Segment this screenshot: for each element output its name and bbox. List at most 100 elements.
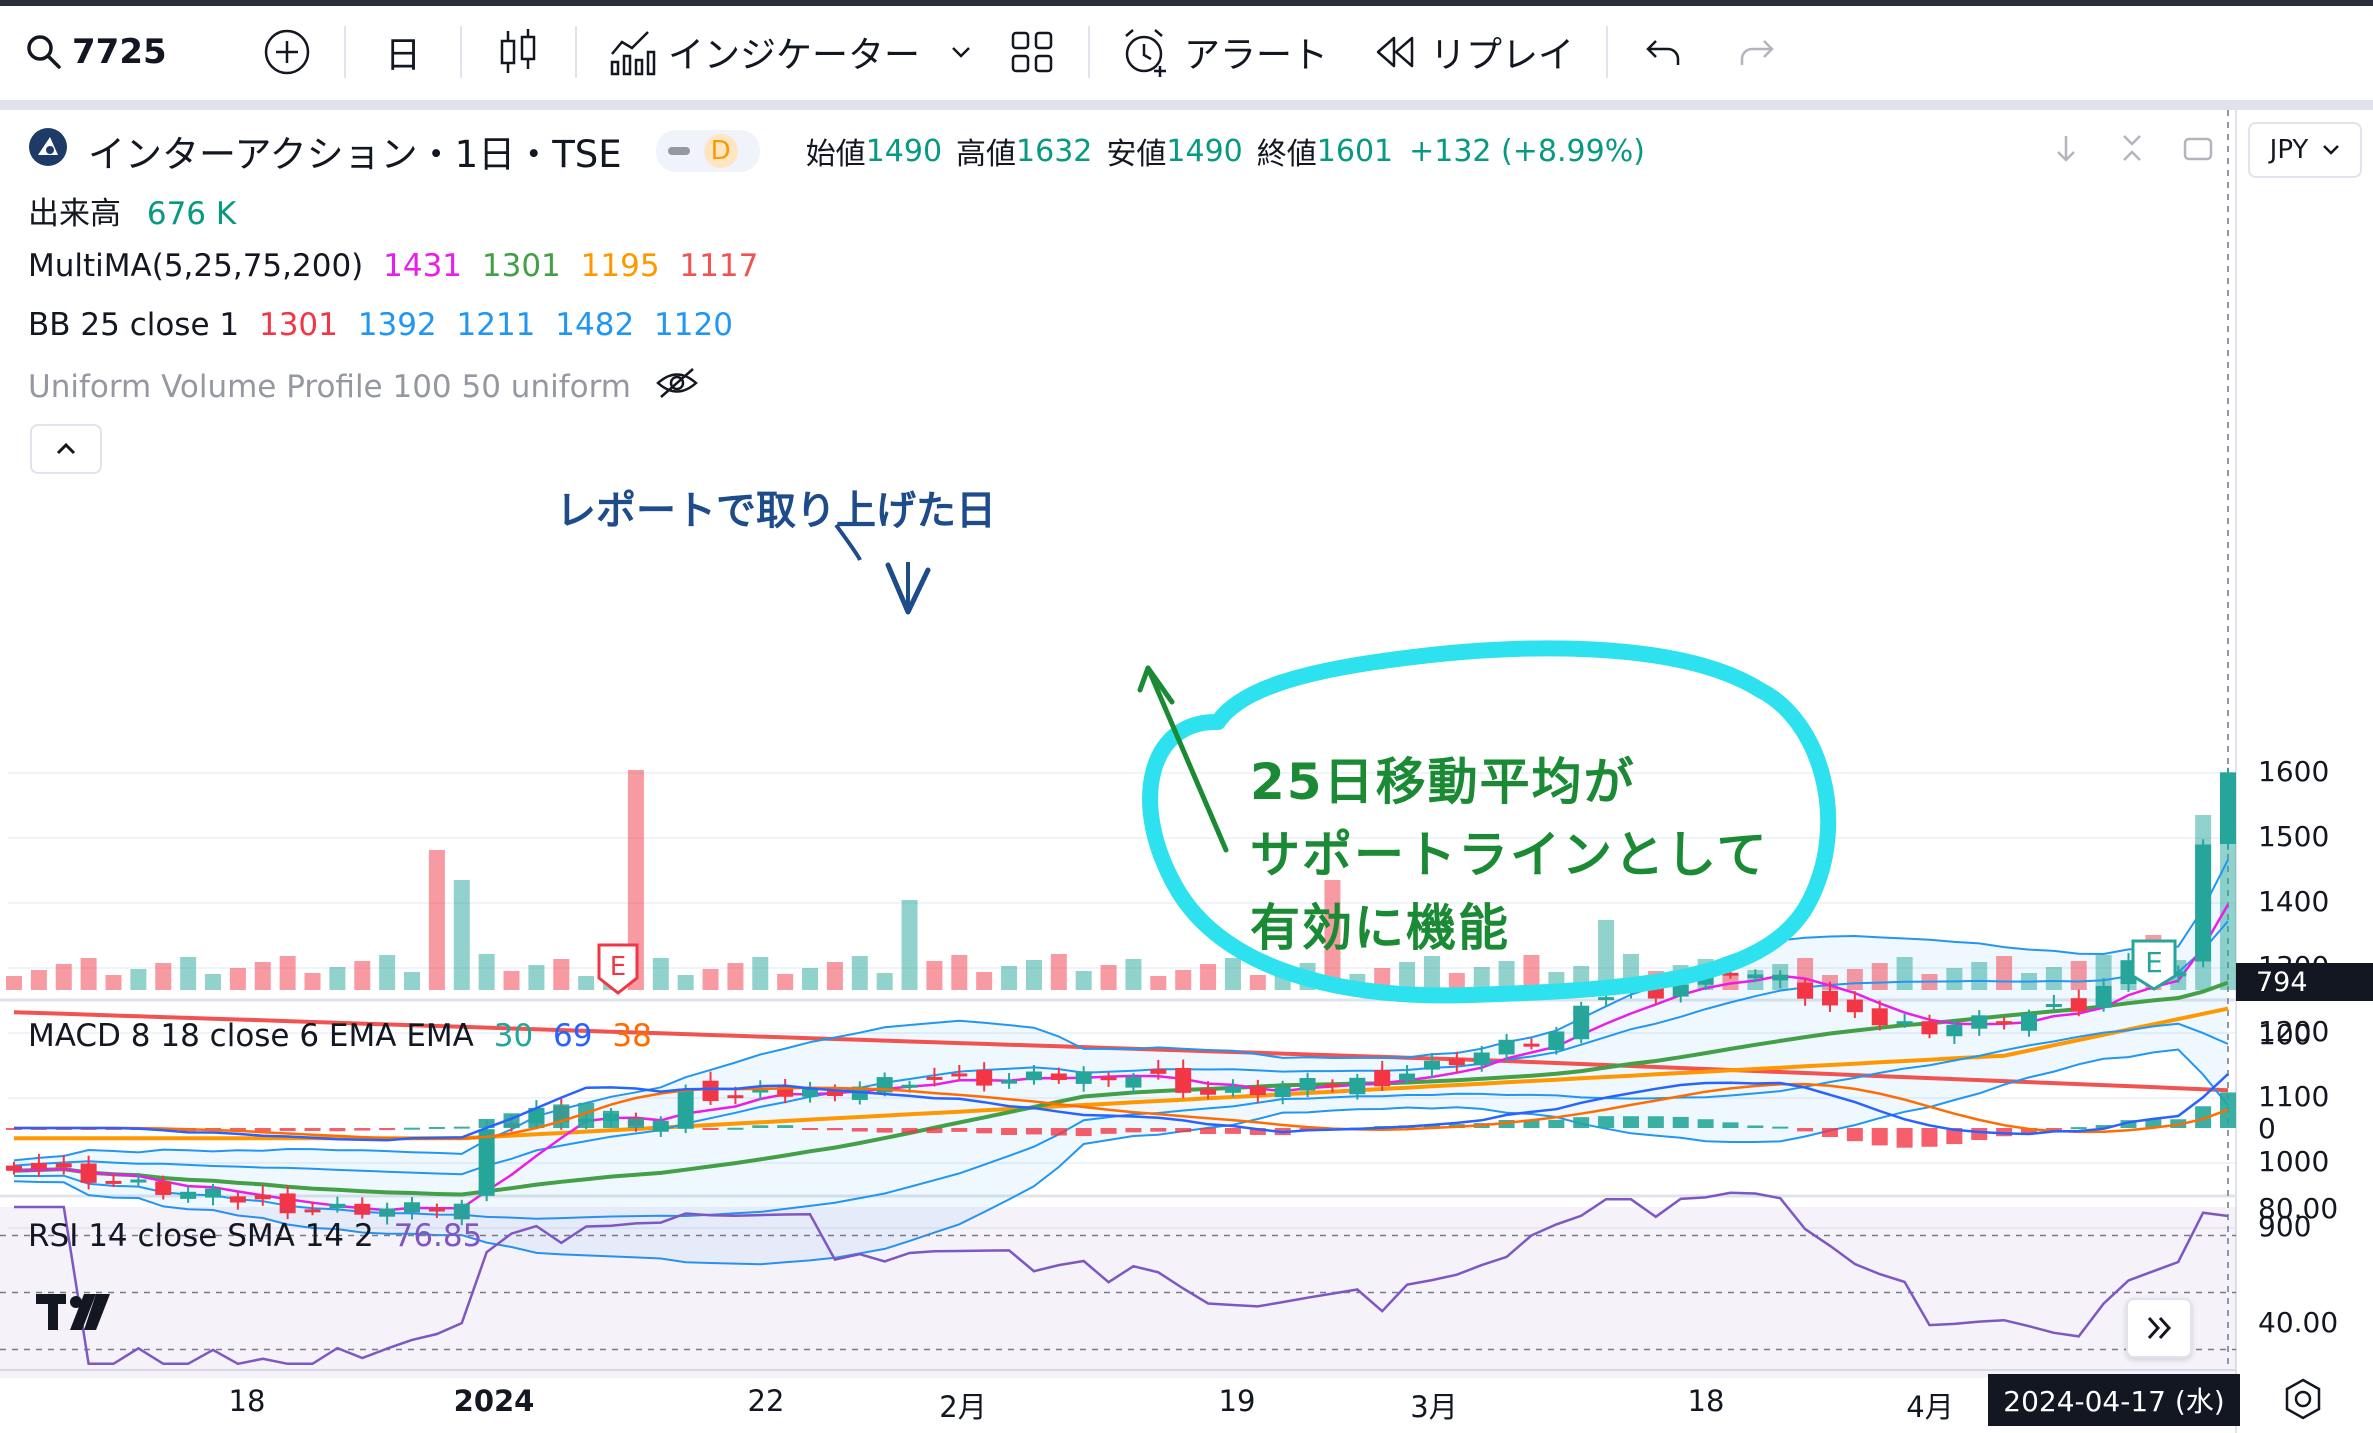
macd-histogram-bar [727,1127,744,1130]
volume-bar [80,958,97,990]
candle-body [1025,1071,1042,1081]
macd-histogram-bar [876,1128,893,1133]
volume-bar [528,965,545,990]
indicators-button[interactable]: インジケーター [608,20,972,84]
volume-bar [1200,964,1217,990]
volume-bar [1150,976,1167,990]
earnings-marker[interactable]: E [596,942,640,1000]
candle-body [951,1073,968,1077]
candle-body [1971,1015,1988,1029]
macd-histogram-bar [354,1128,371,1131]
macd-legend[interactable]: MACD 8 18 close 6 EMA EMA 30 69 38 [28,1018,662,1054]
alert-button[interactable]: アラート [1120,20,1328,84]
volume-bar [1050,954,1067,990]
multima-legend[interactable]: MultiMA(5,25,75,200) 1431 1301 1195 1117 [28,248,768,284]
macd-histogram-bar [453,1126,470,1129]
macd-histogram-bar [851,1128,868,1132]
volume-label: 出来高 [28,196,121,232]
macd-axis-label: 0 [2258,1112,2276,1145]
volume-profile-legend[interactable]: Uniform Volume Profile 100 50 uniform [28,366,709,408]
replay-button[interactable]: リプレイ [1374,20,1574,84]
volume-bar [1871,963,1888,990]
volume-bar [55,964,72,990]
macd-histogram-bar [553,1104,570,1128]
candle-body [1374,1070,1391,1087]
date-cursor-label: 2024-04-17 (水) [1988,1374,2240,1426]
volume-bar [6,976,22,990]
volume-bar [1175,970,1192,990]
volume-bar [279,956,296,990]
move-pane-down-button[interactable] [2040,122,2092,174]
candle-body [1001,1080,1018,1084]
bb-legend[interactable]: BB 25 close 1 1301 1392 1211 1482 1120 [28,307,743,343]
chart-settings-button[interactable] [2280,1376,2326,1422]
macd-histogram-bar [1722,1122,1739,1128]
maximize-pane-button[interactable] [2172,122,2224,174]
earnings-marker[interactable]: E [2130,938,2178,996]
scroll-to-realtime-button[interactable] [2126,1298,2192,1358]
volume-bar [851,956,868,990]
volume-bar [304,973,321,990]
volume-legend[interactable]: 出来高 676 K [28,188,246,233]
candle-body [1598,997,1615,1001]
templates-button[interactable] [1010,20,1054,84]
annotation-line-2: サポートラインとして [1250,826,1769,884]
volume-bar [752,957,769,990]
market-status-badge[interactable]: D [655,130,760,172]
candle-body [2220,772,2236,845]
volume-bar [155,963,172,990]
volume-bar [677,975,694,990]
volume-bar [1001,966,1018,990]
eye-hidden-icon[interactable] [655,366,699,408]
macd-histogram-value: 30 [493,1018,534,1054]
candle-body [1946,1024,1963,1037]
rsi-legend[interactable]: RSI 14 close SMA 14 2 76.85 [28,1218,492,1254]
top-toolbar: 7725 日 インジケーター アラート リプレイ [0,0,2373,110]
candle-body [1100,1077,1117,1081]
chart-type-button[interactable] [496,20,540,84]
interval-button[interactable]: 日 [385,20,421,84]
chevron-down-icon [2323,145,2340,155]
macd-histogram-bar [901,1128,918,1133]
macd-histogram-bar [976,1128,993,1134]
macd-histogram-bar [777,1125,794,1128]
ma75-value: 1195 [580,248,660,284]
tradingview-logo[interactable] [34,1290,114,1338]
macd-histogram-bar [627,1118,644,1128]
candle-body [229,1196,246,1203]
volume-bar [1399,962,1416,990]
undo-button[interactable] [1644,20,1684,84]
compare-button[interactable] [262,20,312,84]
collapse-legend-button[interactable] [30,424,102,474]
candle-body [1150,1069,1167,1074]
macd-histogram-bar [1548,1119,1565,1128]
macd-histogram-bar [279,1128,296,1131]
candle-body [1747,974,1764,979]
symbol-search[interactable]: 7725 [24,20,167,84]
candle-body [2195,844,2212,962]
macd-histogram-bar [379,1128,396,1131]
candle-body [1996,1021,2013,1025]
bb-label: BB 25 close 1 [28,307,240,343]
macd-histogram-bar [1896,1128,1913,1148]
chevron-up-icon [56,442,76,455]
macd-histogram-bar [1125,1128,1142,1133]
candle-body [30,1163,47,1170]
ma5-value: 1431 [383,248,463,284]
macd-histogram-bar [1971,1128,1988,1141]
price-axis-label: 1000 [2258,1145,2330,1178]
ohlc-open-label: 始値 [805,137,866,172]
volume-bar [826,962,843,990]
macd-histogram-bar [1846,1128,1863,1142]
collapse-pane-button[interactable] [2106,122,2158,174]
volume-bar [1423,956,1440,990]
time-axis-label: 3月 [1410,1390,1458,1424]
bb-value-1: 1301 [258,307,338,343]
volume-bar [652,958,669,990]
volume-bar [30,970,47,990]
candle-body [1075,1071,1092,1084]
currency-selector[interactable]: JPY [2248,122,2362,178]
redo-button[interactable] [1736,20,1776,84]
volume-bar [578,976,595,990]
candle-body [677,1088,694,1129]
